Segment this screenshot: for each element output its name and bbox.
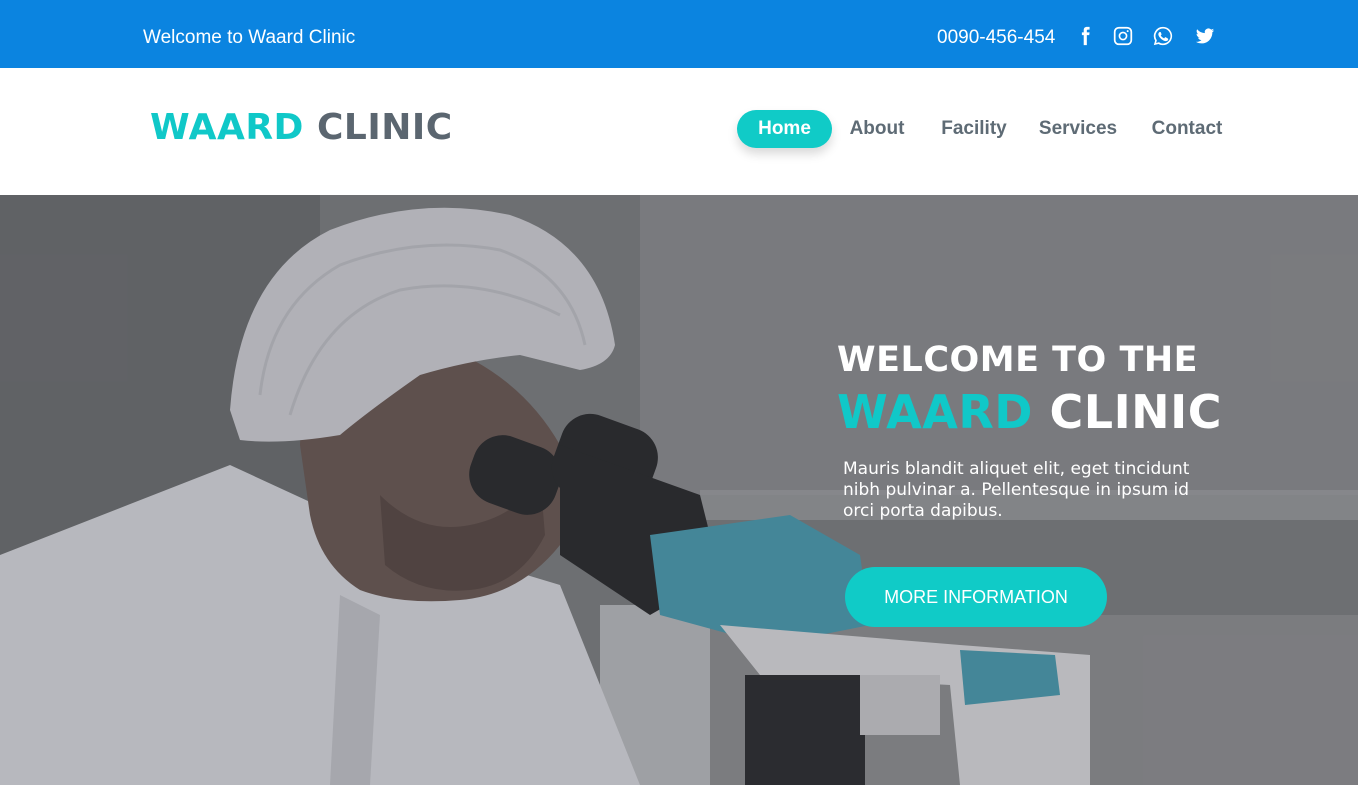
site-header: WAARD CLINIC Home About Facility Service… bbox=[0, 68, 1358, 195]
nav-contact[interactable]: Contact bbox=[1148, 110, 1226, 148]
hero-description: Mauris blandit aliquet elit, eget tincid… bbox=[843, 459, 1190, 521]
nav-services[interactable]: Services bbox=[1038, 110, 1118, 148]
twitter-icon[interactable] bbox=[1193, 24, 1217, 48]
site-logo[interactable]: WAARD CLINIC bbox=[150, 107, 453, 148]
nav-home[interactable]: Home bbox=[737, 110, 832, 148]
hero-title-accent: WAARD bbox=[837, 385, 1033, 439]
more-information-button[interactable]: MORE INFORMATION bbox=[845, 567, 1107, 627]
instagram-icon[interactable] bbox=[1111, 24, 1135, 48]
logo-accent-text: WAARD bbox=[150, 107, 304, 148]
facebook-icon[interactable] bbox=[1073, 24, 1097, 48]
hero-title-rest: CLINIC bbox=[1049, 385, 1223, 439]
hero-section: WELCOME TO THE WAARD CLINIC Mauris bland… bbox=[0, 195, 1358, 785]
hero-title-line2: WAARD CLINIC bbox=[837, 385, 1222, 439]
phone-number[interactable]: 0090-456-454 bbox=[937, 27, 1055, 49]
whatsapp-icon[interactable] bbox=[1151, 24, 1175, 48]
nav-facility[interactable]: Facility bbox=[938, 110, 1010, 148]
top-bar: Welcome to Waard Clinic 0090-456-454 bbox=[0, 0, 1358, 68]
logo-text: CLINIC bbox=[316, 107, 453, 148]
welcome-text: Welcome to Waard Clinic bbox=[143, 27, 356, 48]
hero-title-line1: WELCOME TO THE bbox=[837, 340, 1199, 380]
nav-about[interactable]: About bbox=[844, 110, 910, 148]
